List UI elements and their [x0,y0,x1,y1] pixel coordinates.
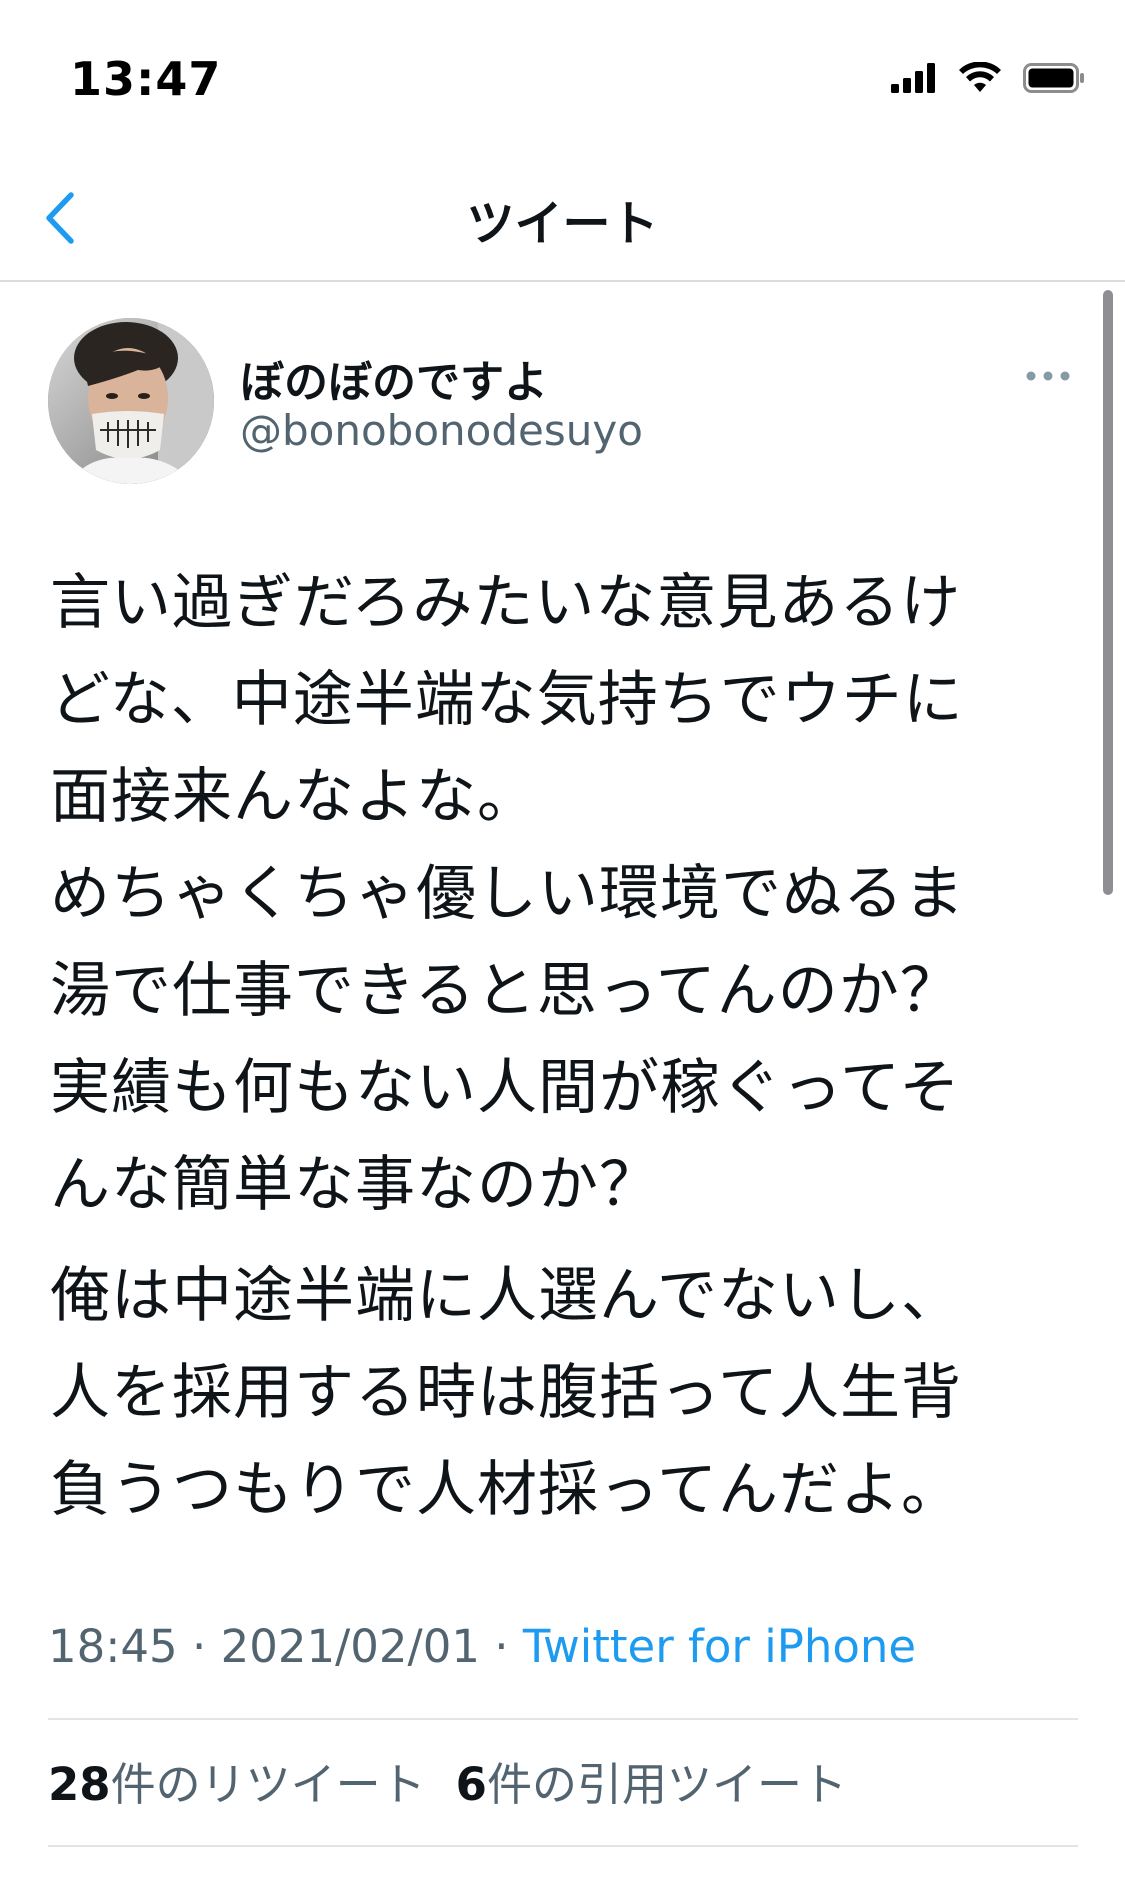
tweet-text: 言い過ぎだろみたいな意見あるけ どな、中途半端な気持ちでウチに 面接来んなよな。… [50,555,1040,1539]
separator: · [177,1620,221,1673]
tweet-date: 2021/02/01 [220,1620,480,1673]
retweets-count: 28 [48,1758,111,1811]
wifi-icon [959,62,1001,92]
divider [48,1845,1078,1847]
quotes-stat[interactable]: 6件の引用ツイート [456,1748,847,1813]
retweets-stat[interactable]: 28件のリツイート [48,1748,426,1813]
more-options-button[interactable] [1018,356,1078,396]
tweet-meta: 18:45 · 2021/02/01 · Twitter for iPhone [48,1620,916,1673]
more-horizontal-icon [1026,371,1070,381]
tweet-time: 18:45 [48,1620,178,1673]
status-time: 13:47 [70,52,222,106]
avatar[interactable] [48,318,214,484]
nav-bar: ツイート [0,150,1125,282]
tweet-stats: 28件のリツイート 6件の引用ツイート [48,1748,847,1813]
scrollbar[interactable] [1103,290,1113,895]
page-title: ツイート [466,196,659,252]
separator: · [479,1620,523,1673]
author-handle[interactable]: @bonobonodesuyo [240,406,643,455]
quotes-label: 件の引用ツイート [486,1758,847,1811]
cellular-signal-icon [891,63,935,93]
tweet-paragraph: 言い過ぎだろみたいな意見あるけ どな、中途半端な気持ちでウチに 面接来んなよな。… [50,568,965,1220]
divider [48,1718,1078,1720]
retweets-label: 件のリツイート [110,1758,426,1811]
tweet-author: ぼのぼのですよ @bonobonodesuyo [48,318,1078,488]
quotes-count: 6 [455,1758,487,1811]
avatar-image [48,318,214,484]
tweet-paragraph: 俺は中途半端に人選んでないし、 人を採用する時は腹括って人生背 負うつもりで人材… [50,1261,962,1525]
battery-icon [1023,63,1084,93]
author-display-name[interactable]: ぼのぼのですよ [240,346,548,410]
status-icons [891,62,1085,94]
status-bar: 13:47 [0,0,1125,150]
tweet-source-link[interactable]: Twitter for iPhone [523,1620,916,1673]
